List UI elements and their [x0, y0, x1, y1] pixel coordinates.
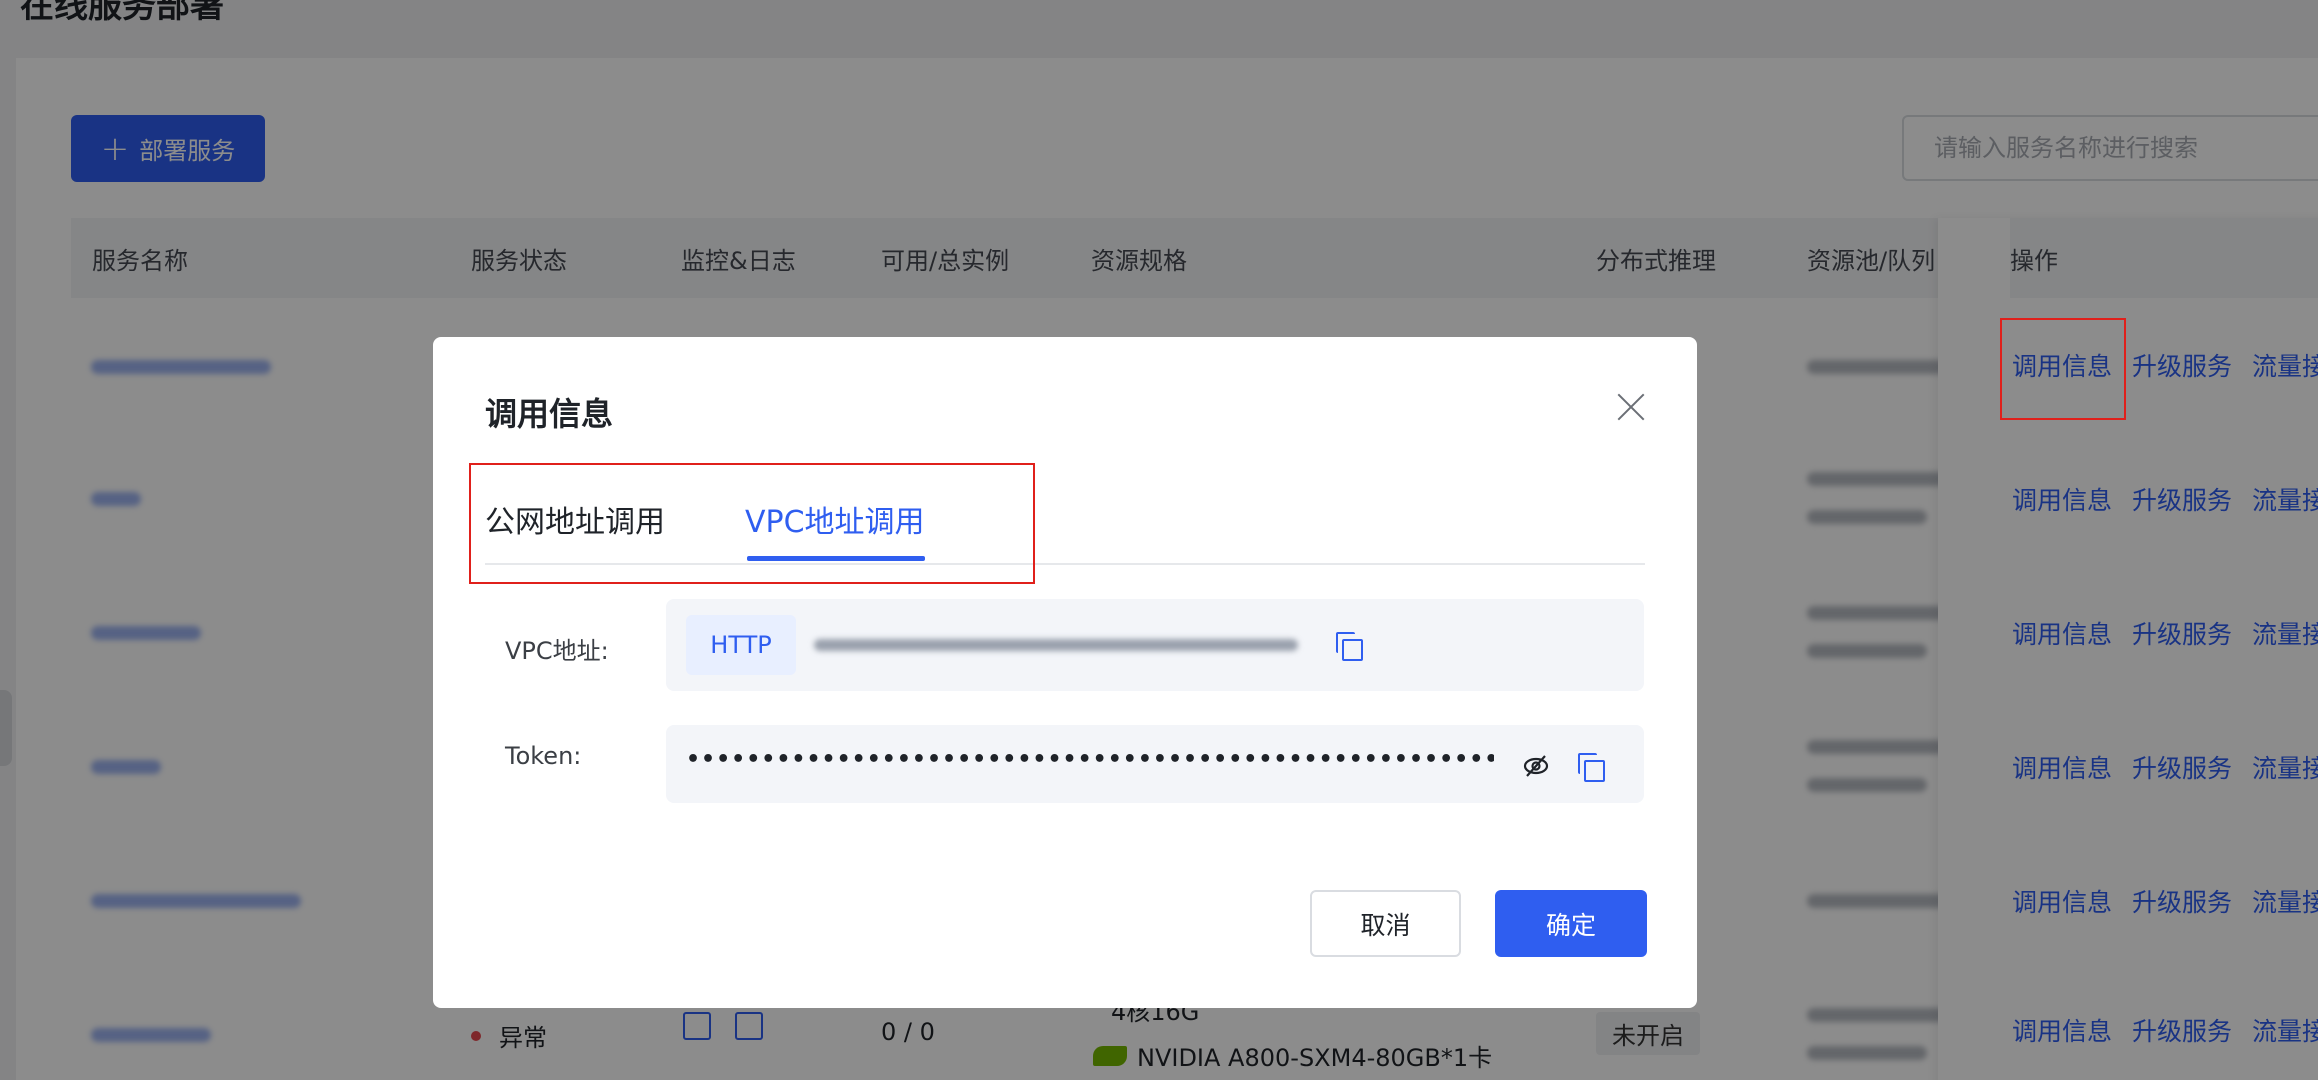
highlight-invoke-info — [2000, 318, 2126, 420]
vpc-address-label: VPC地址: — [505, 637, 609, 665]
dialog-title: 调用信息 — [485, 395, 614, 433]
copy-icon[interactable] — [1336, 632, 1363, 661]
token-label: Token: — [505, 742, 582, 770]
vpc-address-field: HTTP — [666, 599, 1644, 691]
highlight-tabs — [469, 463, 1035, 584]
page: 在线服务部署 + 部署服务 服务名称 服务状态 监控&日志 可用/总实例 资源规… — [0, 0, 2318, 1080]
confirm-button[interactable]: 确定 — [1495, 890, 1647, 957]
eye-off-icon[interactable] — [1521, 751, 1551, 781]
token-value: ••••••••••••••••••••••••••••••••••••••••… — [686, 747, 1494, 772]
protocol-tag: HTTP — [686, 615, 796, 675]
token-field: ••••••••••••••••••••••••••••••••••••••••… — [666, 725, 1644, 803]
cancel-button[interactable]: 取消 — [1310, 890, 1461, 957]
vpc-address-value — [814, 639, 1298, 651]
close-icon[interactable] — [1613, 389, 1649, 425]
invoke-info-dialog: 调用信息 公网地址调用 VPC地址调用 VPC地址: HTTP Token: •… — [433, 337, 1697, 1008]
copy-icon[interactable] — [1578, 753, 1605, 782]
